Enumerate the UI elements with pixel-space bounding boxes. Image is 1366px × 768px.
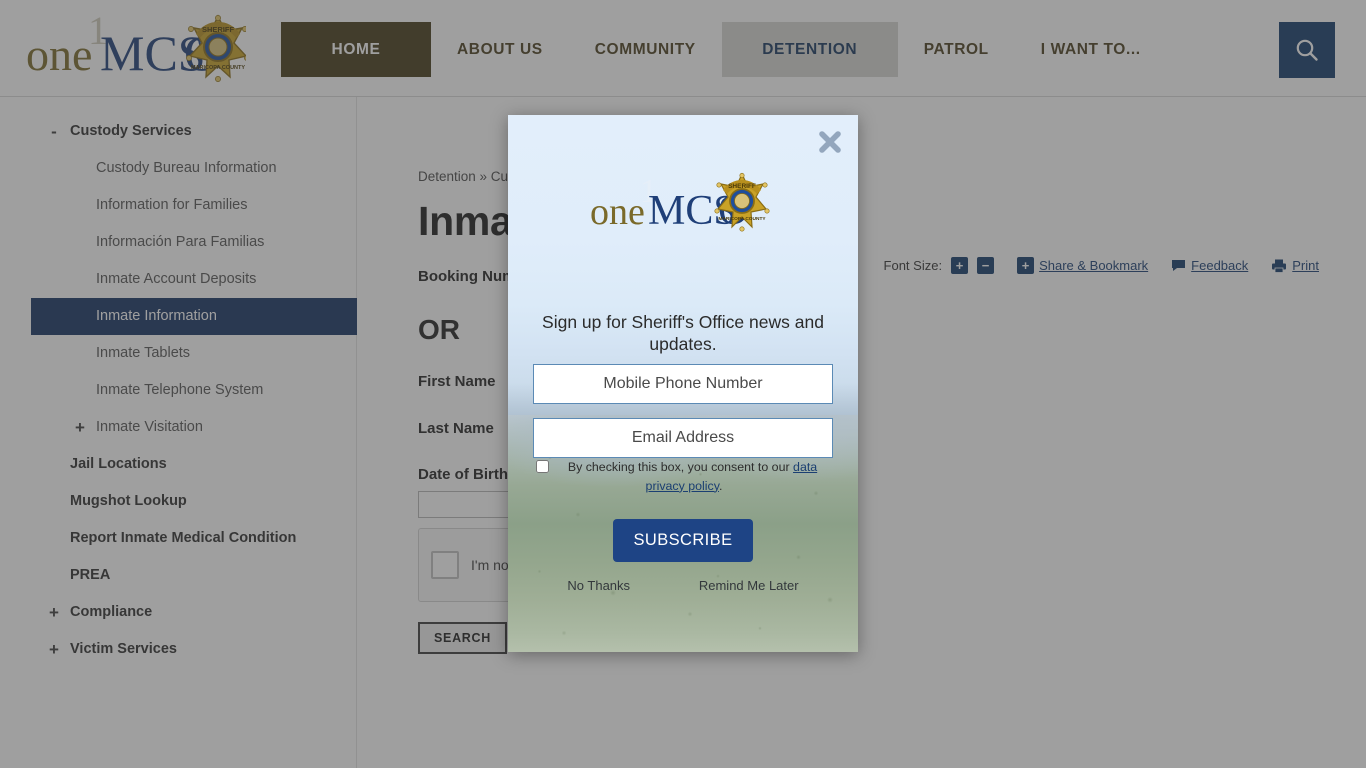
consent-row: By checking this box, you consent to our… [536, 458, 832, 495]
svg-text:SHERIFF: SHERIFF [728, 183, 756, 190]
modal-content: one 1 MCS O SHERIFF MARICOPA COUNTY [508, 115, 858, 652]
modal-secondary-actions: No Thanks Remind Me Later [533, 578, 833, 593]
consent-text-suffix: . [719, 478, 723, 493]
modal-logo: one 1 MCS O SHERIFF MARICOPA COUNTY [588, 168, 778, 250]
no-thanks-link[interactable]: No Thanks [567, 578, 630, 593]
modal-heading: Sign up for Sheriff's Office news and up… [542, 312, 824, 355]
onemcso-logo-icon: one 1 MCS O SHERIFF MARICOPA COUNTY [590, 172, 770, 234]
svg-text:one: one [590, 191, 645, 233]
modal-close-button[interactable] [814, 126, 846, 158]
svg-text:MARICOPA COUNTY: MARICOPA COUNTY [718, 216, 766, 222]
newsletter-signup-modal: one 1 MCS O SHERIFF MARICOPA COUNTY [508, 115, 858, 652]
consent-checkbox[interactable] [536, 460, 549, 473]
mobile-phone-input[interactable] [533, 364, 833, 404]
email-address-input[interactable] [533, 418, 833, 458]
close-icon [819, 131, 841, 153]
subscribe-button[interactable]: SUBSCRIBE [613, 519, 753, 562]
consent-text-prefix: By checking this box, you consent to our [567, 460, 794, 474]
remind-me-later-link[interactable]: Remind Me Later [699, 578, 799, 593]
